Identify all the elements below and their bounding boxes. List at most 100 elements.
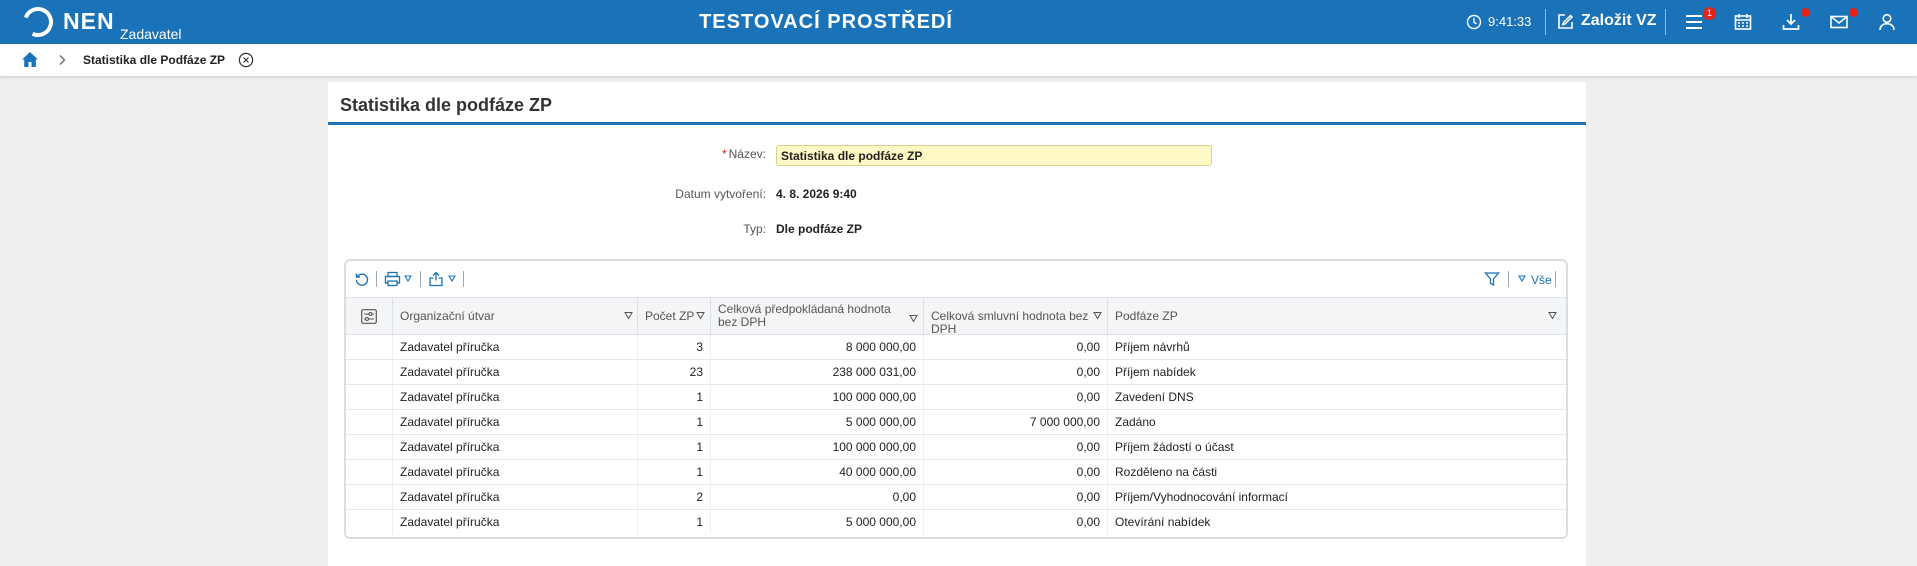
cell-subphase: Rozděleno na části	[1115, 465, 1218, 479]
menu-icon[interactable]	[1684, 12, 1704, 32]
toolbar-divider	[376, 271, 377, 287]
chevron-right-icon	[59, 55, 66, 65]
cell-org-unit: Zadavatel příručka	[393, 510, 638, 534]
toolbar-divider	[1555, 271, 1556, 287]
cell-contract-value: 0,00	[924, 435, 1108, 459]
cell-estimated-value: 100 000 000,00	[711, 385, 924, 409]
breadcrumb-current[interactable]: Statistika dle Podfáze ZP	[83, 53, 225, 67]
row-selector-cell[interactable]	[346, 360, 393, 384]
type-label: Typ:	[743, 222, 766, 236]
name-label: * Název:	[722, 147, 766, 161]
title-underline	[328, 122, 1586, 125]
column-header-estimated-value[interactable]: Celková předpokládaná hodnota bez DPH	[711, 298, 924, 335]
cell-estimated-value: 100 000 000,00	[711, 435, 924, 459]
cell-contract-value: 0,00	[924, 385, 1108, 409]
user-icon[interactable]	[1877, 12, 1897, 32]
column-header-label: Organizační útvar	[400, 309, 495, 323]
mail-badge-dot	[1849, 8, 1858, 17]
calendar-icon[interactable]	[1733, 12, 1753, 32]
column-header-subphase[interactable]: Podfáze ZP	[1108, 298, 1566, 335]
filter-icon[interactable]	[1484, 271, 1500, 287]
row-selector-cell[interactable]	[346, 335, 393, 359]
cell-estimated-value: 238 000 031,00	[711, 360, 924, 384]
cell-count: 3	[638, 335, 711, 359]
cell-count: 1	[638, 385, 711, 409]
close-tab-icon[interactable]	[238, 52, 254, 68]
cell-contract-value: 0,00	[924, 335, 1108, 359]
statistics-grid: Vše Organizační útvar Počet ZP Celková p…	[344, 259, 1568, 539]
table-row[interactable]: Zadavatel příručka 2 0,00 0,00 Příjem/Vy…	[346, 485, 1566, 510]
cell-subphase: Otevírání nabídek	[1115, 515, 1211, 529]
column-header-org-unit[interactable]: Organizační útvar	[393, 298, 638, 335]
sort-arrow-icon[interactable]	[1548, 311, 1557, 320]
name-label-row: * Název:	[328, 147, 766, 165]
row-selector-cell[interactable]	[346, 460, 393, 484]
sort-arrow-icon[interactable]	[624, 311, 633, 320]
row-selector-cell[interactable]	[346, 410, 393, 434]
breadcrumb: Statistika dle Podfáze ZP	[0, 44, 1917, 76]
column-header-label: Podfáze ZP	[1115, 309, 1178, 323]
table-row[interactable]: Zadavatel příručka 1 5 000 000,00 0,00 O…	[346, 510, 1566, 535]
cell-count: 2	[638, 485, 711, 509]
cell-estimated-value: 0,00	[711, 485, 924, 509]
environment-title: TESTOVACÍ PROSTŘEDÍ	[699, 11, 953, 33]
column-settings[interactable]	[346, 298, 393, 335]
main-panel: Statistika dle podfáze ZP *Název: Datum …	[328, 82, 1586, 566]
cell-subphase: Příjem žádostí o účast	[1115, 440, 1234, 454]
toolbar-divider	[420, 271, 421, 287]
row-selector-cell[interactable]	[346, 510, 393, 534]
download-icon[interactable]	[1781, 12, 1801, 32]
filter-value: Vše	[1531, 273, 1552, 287]
column-header-label: Počet ZP	[645, 309, 695, 323]
table-row[interactable]: Zadavatel příručka 1 100 000 000,00 0,00…	[346, 385, 1566, 410]
cell-org-unit: Zadavatel příručka	[393, 360, 638, 384]
table-row[interactable]: Zadavatel příručka 1 40 000 000,00 0,00 …	[346, 460, 1566, 485]
grid-toolbar: Vše	[346, 261, 1566, 297]
dropdown-arrow-icon	[448, 275, 456, 282]
created-value: 4. 8. 2026 9:40	[776, 187, 857, 201]
cell-count: 1	[638, 460, 711, 484]
cell-org-unit: Zadavatel příručka	[393, 410, 638, 434]
divider	[1545, 9, 1546, 35]
create-vz-label: Založit VZ	[1581, 12, 1657, 29]
created-label-row: Datum vytvoření:	[328, 187, 766, 205]
edit-icon	[1558, 14, 1574, 29]
cell-subphase: Zavedení DNS	[1115, 390, 1194, 404]
refresh-icon[interactable]	[354, 271, 370, 287]
mail-icon[interactable]	[1829, 12, 1849, 32]
download-badge-dot	[1801, 8, 1810, 17]
cell-org-unit: Zadavatel příručka	[393, 435, 638, 459]
divider	[1665, 9, 1666, 35]
cell-estimated-value: 5 000 000,00	[711, 510, 924, 534]
cell-subphase: Příjem/Vyhodnocování informací	[1115, 490, 1288, 504]
sort-arrow-icon[interactable]	[696, 311, 705, 320]
sort-arrow-icon[interactable]	[909, 314, 918, 323]
home-icon[interactable]	[21, 51, 39, 68]
row-selector-cell[interactable]	[346, 485, 393, 509]
column-header-count[interactable]: Počet ZP	[638, 298, 711, 335]
name-field[interactable]	[776, 145, 1212, 166]
print-icon	[384, 271, 401, 287]
row-selector-cell[interactable]	[346, 385, 393, 409]
column-header-label: Celková smluvní hodnota bez DPH	[931, 309, 1089, 336]
column-header-contract-value[interactable]: Celková smluvní hodnota bez DPH	[924, 298, 1108, 336]
cell-count: 1	[638, 435, 711, 459]
cell-org-unit: Zadavatel příručka	[393, 335, 638, 359]
table-row[interactable]: Zadavatel příručka 1 100 000 000,00 0,00…	[346, 435, 1566, 460]
created-label: Datum vytvoření:	[675, 187, 766, 201]
cell-contract-value: 0,00	[924, 360, 1108, 384]
type-label-row: Typ:	[328, 222, 766, 240]
row-selector-cell[interactable]	[346, 435, 393, 459]
cell-count: 1	[638, 510, 711, 534]
table-row[interactable]: Zadavatel příručka 1 5 000 000,00 7 000 …	[346, 410, 1566, 435]
sort-arrow-icon[interactable]	[1093, 311, 1102, 320]
table-row[interactable]: Zadavatel příručka 3 8 000 000,00 0,00 P…	[346, 335, 1566, 360]
name-label-text: Název:	[728, 147, 766, 161]
required-marker: *	[721, 147, 727, 161]
cell-estimated-value: 40 000 000,00	[711, 460, 924, 484]
dropdown-arrow-icon	[404, 275, 412, 282]
cell-contract-value: 0,00	[924, 485, 1108, 509]
table-row[interactable]: Zadavatel příručka 23 238 000 031,00 0,0…	[346, 360, 1566, 385]
cell-count: 1	[638, 410, 711, 434]
top-bar: NEN Zadavatel TESTOVACÍ PROSTŘEDÍ 9:41:3…	[0, 0, 1917, 44]
